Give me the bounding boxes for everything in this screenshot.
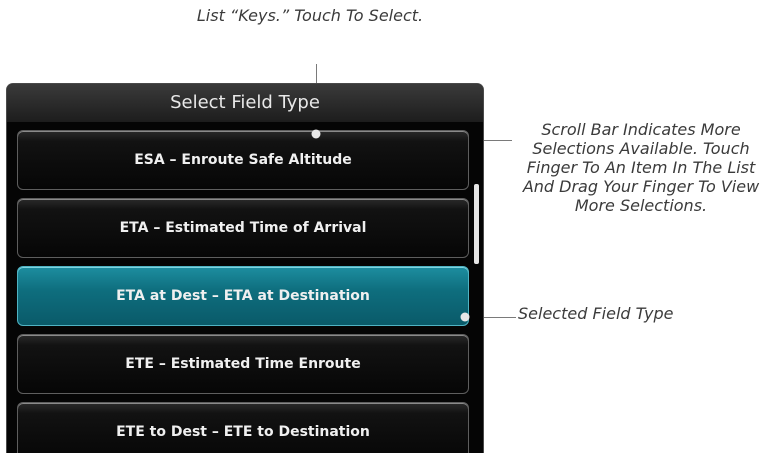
callout-scroll-bar: Scroll Bar Indicates More Selections Ava… [522, 120, 760, 215]
field-type-item-ete[interactable]: ETE – Estimated Time Enroute [17, 334, 469, 394]
callout-list-keys: List “Keys.” Touch To Select. [196, 6, 424, 25]
field-type-item-esa[interactable]: ESA – Enroute Safe Altitude [17, 130, 469, 190]
field-type-item-eta-at-dest[interactable]: ETA at Dest – ETA at Destination [17, 266, 469, 326]
panel-title: Select Field Type [7, 84, 483, 122]
select-field-type-panel: Select Field Type ESA – Enroute Safe Alt… [6, 83, 484, 453]
field-type-item-eta[interactable]: ETA – Estimated Time of Arrival [17, 198, 469, 258]
field-type-item-ete-to-dest[interactable]: ETE to Dest – ETE to Destination [17, 402, 469, 453]
callout-selected-field-type: Selected Field Type [518, 304, 674, 323]
scroll-bar[interactable] [474, 184, 479, 264]
